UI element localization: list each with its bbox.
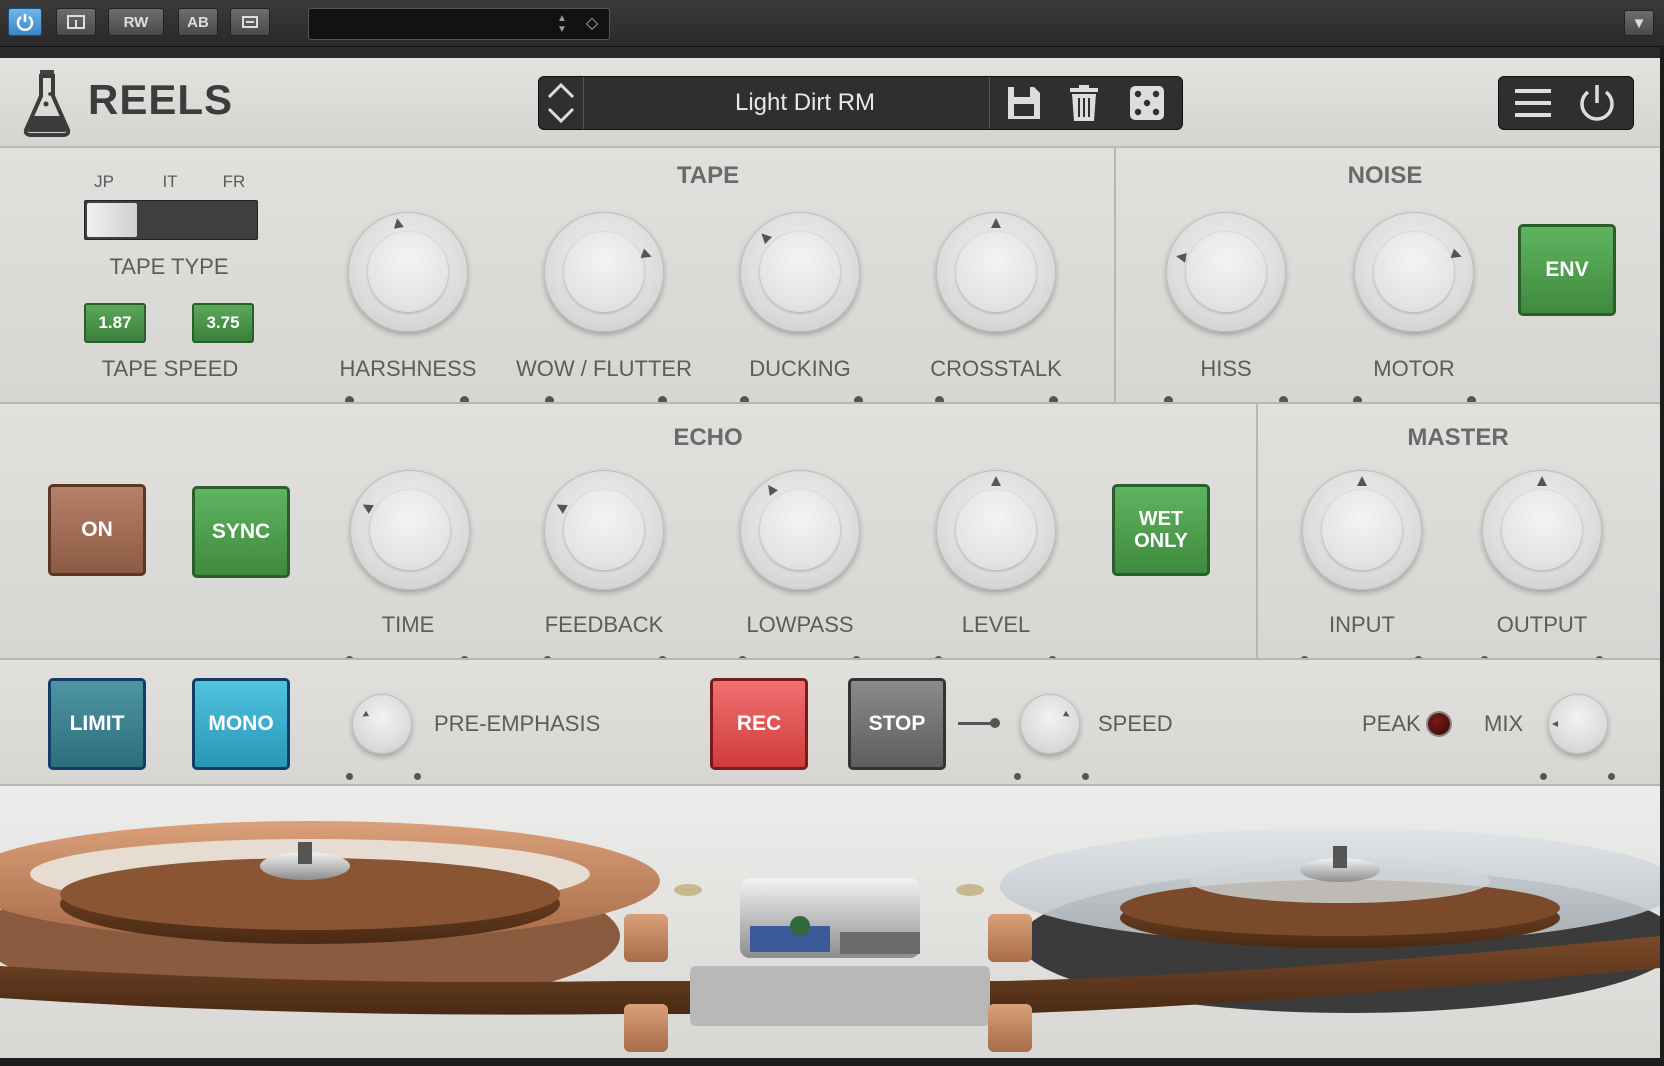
tape-type-slider[interactable] <box>84 200 258 240</box>
menu-icon[interactable] <box>230 8 270 36</box>
time-label: TIME <box>381 612 435 637</box>
noise-title: NOISE <box>1347 162 1423 189</box>
save-icon[interactable] <box>1004 84 1044 122</box>
mono-button[interactable]: MONO <box>192 678 290 770</box>
tape-type-fr: FR <box>222 172 246 191</box>
preset-name[interactable]: Light Dirt RM <box>585 77 1025 129</box>
wow-flutter-label: WOW / FLUTTER <box>516 356 692 381</box>
stop-button[interactable]: STOP <box>848 678 946 770</box>
echo-sync-button[interactable]: SYNC <box>192 486 290 578</box>
feedback-label: FEEDBACK <box>544 612 664 637</box>
ab-compare-button[interactable]: AB <box>178 8 218 36</box>
preset-bar: Light Dirt RM <box>538 76 1183 130</box>
feedback-knob[interactable] <box>544 470 664 590</box>
time-knob[interactable] <box>350 470 470 590</box>
tape-speed-3-75-button[interactable]: 3.75 <box>192 303 254 343</box>
env-button[interactable]: ENV <box>1518 224 1616 316</box>
harshness-knob[interactable] <box>348 212 468 332</box>
ducking-label: DUCKING <box>749 356 851 381</box>
echo-level-knob[interactable] <box>936 470 1056 590</box>
window-bottom-edge <box>0 1058 1664 1066</box>
peak-led <box>1428 713 1450 735</box>
lowpass-label: LOWPASS <box>746 612 854 637</box>
app-title: REELS <box>88 76 234 123</box>
plugin-power-icon[interactable] <box>1577 83 1617 123</box>
tape-type-label: TAPE TYPE <box>109 254 229 279</box>
crosstalk-knob[interactable] <box>936 212 1056 332</box>
tape-type-jp: JP <box>94 172 114 191</box>
window-edge <box>1660 46 1664 1066</box>
tape-title: TAPE <box>676 162 740 189</box>
master-title: MASTER <box>1407 424 1509 451</box>
pre-emphasis-knob[interactable] <box>352 694 412 754</box>
hamburger-menu-icon[interactable] <box>1513 85 1553 121</box>
hiss-label: HISS <box>1200 356 1252 381</box>
wet-only-button[interactable]: WET ONLY <box>1112 484 1210 576</box>
knob-min-dot <box>346 773 353 780</box>
slider-handle[interactable] <box>87 203 137 237</box>
bypass-icon[interactable] <box>56 8 96 36</box>
speed-label: SPEED <box>1098 711 1173 736</box>
output-label: OUTPUT <box>1496 612 1588 637</box>
chevron-down-icon[interactable]: ▼ <box>1624 10 1654 36</box>
harshness-label: HARSHNESS <box>339 356 477 381</box>
tape-type-it: IT <box>162 172 178 191</box>
motor-label: MOTOR <box>1373 356 1455 381</box>
lowpass-knob[interactable] <box>740 470 860 590</box>
speed-knob[interactable] <box>1020 694 1080 754</box>
crosstalk-label: CROSSTALK <box>930 356 1062 381</box>
reels-plugin: REELS Light Dirt RM TAPE JP IT FR TAPE T… <box>0 58 1660 1058</box>
echo-section: ECHO ON SYNC TIME FEEDBACK LOWPASS LEVEL… <box>0 404 1256 665</box>
knob-min-dot <box>1540 773 1547 780</box>
plugin-header: REELS Light Dirt RM <box>0 58 1660 148</box>
output-knob[interactable] <box>1482 470 1602 590</box>
input-knob[interactable] <box>1302 470 1422 590</box>
host-toolbar: RW AB ▲ ▼ ◇ ▼ <box>0 0 1664 47</box>
flask-icon <box>22 68 72 138</box>
dice-random-icon[interactable] <box>1127 84 1167 122</box>
echo-title: ECHO <box>673 424 743 451</box>
peak-label: PEAK <box>1362 711 1421 736</box>
echo-on-button[interactable]: ON <box>48 484 146 576</box>
mix-knob[interactable] <box>1548 694 1608 754</box>
read-write-button[interactable]: RW <box>108 8 164 36</box>
tape-reels-illustration <box>0 786 1660 1058</box>
wow-flutter-knob[interactable] <box>544 212 664 332</box>
knob-max-dot <box>414 773 421 780</box>
rec-button[interactable]: REC <box>710 678 808 770</box>
transport-section: LIMIT MONO PRE-EMPHASIS REC STOP SPEED P… <box>0 660 1660 784</box>
preset-prev-next-icon[interactable] <box>539 77 584 129</box>
speed-link-dot <box>990 718 1000 728</box>
motor-knob[interactable] <box>1354 212 1474 332</box>
tape-section: TAPE JP IT FR TAPE TYPE 1.87 3.75 TAPE S… <box>0 148 1114 405</box>
hiss-knob[interactable] <box>1166 212 1286 332</box>
pre-emphasis-label: PRE-EMPHASIS <box>434 711 601 736</box>
echo-level-label: LEVEL <box>961 612 1031 637</box>
trash-icon[interactable] <box>1064 84 1104 122</box>
divider <box>989 77 990 129</box>
mix-label: MIX <box>1484 711 1524 736</box>
tape-speed-label: TAPE SPEED <box>101 356 239 381</box>
knob-min-dot <box>1014 773 1021 780</box>
knob-max-dot <box>1082 773 1089 780</box>
tape-speed-1-87-button[interactable]: 1.87 <box>84 303 146 343</box>
section-divider <box>1114 148 1116 402</box>
knob-max-dot <box>1608 773 1615 780</box>
input-label: INPUT <box>1329 612 1395 637</box>
host-preset-field[interactable]: ▲ ▼ ◇ <box>308 8 610 40</box>
noise-section: NOISE HISS MOTOR ENV <box>1116 148 1660 405</box>
power-icon[interactable] <box>8 8 42 36</box>
diamond-icon[interactable]: ◇ <box>581 13 603 35</box>
updown-icon[interactable]: ▲ ▼ <box>555 13 569 35</box>
menu-power-group <box>1498 76 1634 130</box>
master-section: MASTER INPUT OUTPUT <box>1258 404 1660 665</box>
ducking-knob[interactable] <box>740 212 860 332</box>
limit-button[interactable]: LIMIT <box>48 678 146 770</box>
